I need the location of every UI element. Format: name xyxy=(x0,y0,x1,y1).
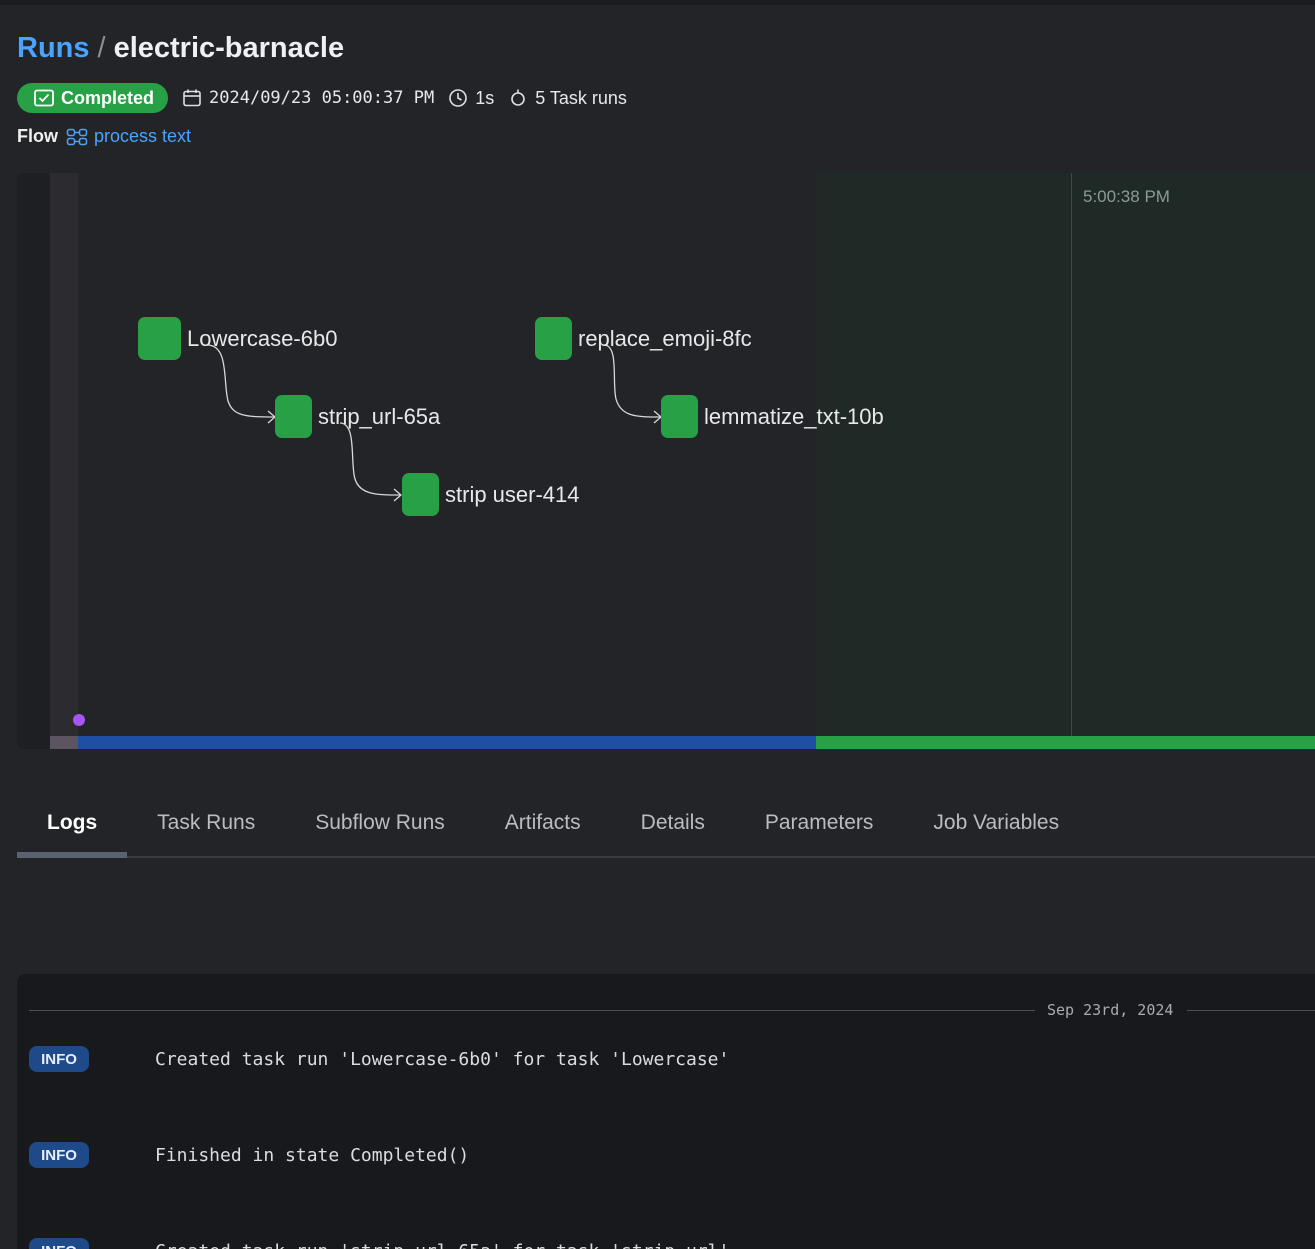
time-marker-line xyxy=(1071,173,1072,736)
graph-completed-region xyxy=(816,173,1315,736)
tab-bar: Logs Task Runs Subflow Runs Artifacts De… xyxy=(17,790,1315,858)
breadcrumb: Runs / electric-barnacle xyxy=(17,32,344,65)
task-node-lowercase[interactable]: Lowercase-6b0 xyxy=(138,317,337,360)
node-state-box xyxy=(535,317,572,360)
task-run-count: 5 Task runs xyxy=(508,88,627,109)
start-time-value: 2024/09/23 05:00:37 PM xyxy=(209,88,435,108)
node-label: replace_emoji-8fc xyxy=(578,325,752,351)
flow-label: Flow xyxy=(17,126,58,146)
flow-run-graph[interactable]: 5:00:38 PM Lowercase-6b0 strip_url-65a s… xyxy=(17,173,1315,749)
event-marker[interactable] xyxy=(73,714,85,726)
calendar-icon xyxy=(183,89,201,107)
tab-subflow-runs[interactable]: Subflow Runs xyxy=(285,790,475,856)
log-level-badge: INFO xyxy=(29,1142,89,1168)
tab-details[interactable]: Details xyxy=(611,790,735,856)
timeline-bar-completed xyxy=(816,736,1315,749)
tab-artifacts[interactable]: Artifacts xyxy=(475,790,611,856)
duration: 1s xyxy=(448,88,494,109)
duration-value: 1s xyxy=(475,87,495,108)
graph-running-region xyxy=(78,173,816,736)
tab-job-variables[interactable]: Job Variables xyxy=(903,790,1089,856)
log-entry: INFO Created task run 'Lowercase-6b0' fo… xyxy=(29,1046,729,1072)
graph-pending-region xyxy=(50,173,78,736)
log-message: Created task run 'Lowercase-6b0' for tas… xyxy=(155,1048,730,1070)
clock-icon xyxy=(449,89,467,107)
node-label: strip user-414 xyxy=(445,481,580,507)
timeline-bar-pending xyxy=(50,736,78,749)
node-state-box xyxy=(138,317,181,360)
task-node-strip-user[interactable]: strip user-414 xyxy=(402,473,580,516)
tab-parameters[interactable]: Parameters xyxy=(735,790,904,856)
logs-panel[interactable]: Sep 23rd, 2024 INFO Created task run 'Lo… xyxy=(17,974,1315,1249)
status-badge: Completed xyxy=(17,83,169,113)
check-square-icon xyxy=(34,89,54,107)
status-label: Completed xyxy=(61,87,155,108)
log-level-badge: INFO xyxy=(29,1046,89,1072)
task-node-lemmatize[interactable]: lemmatize_txt-10b xyxy=(661,395,884,438)
flow-icon xyxy=(66,128,88,145)
run-meta: Completed 2024/09/23 05:00:37 PM 1s 5 Ta… xyxy=(17,83,627,113)
log-date-divider: Sep 23rd, 2024 xyxy=(29,1000,1315,1020)
node-label: lemmatize_txt-10b xyxy=(704,403,884,429)
log-level-badge: INFO xyxy=(29,1238,89,1249)
log-entry: INFO Created task run 'strip_url-65a' fo… xyxy=(29,1238,729,1249)
page-title: electric-barnacle xyxy=(113,32,345,64)
top-strip xyxy=(0,0,1315,5)
node-label: strip_url-65a xyxy=(318,403,441,429)
log-date: Sep 23rd, 2024 xyxy=(1047,1001,1174,1019)
log-message: Finished in state Completed() xyxy=(155,1144,470,1166)
timeline-bar-running xyxy=(78,736,816,749)
start-time: 2024/09/23 05:00:37 PM xyxy=(182,88,434,108)
node-state-box xyxy=(275,395,312,438)
divider-line xyxy=(1187,1010,1315,1011)
divider-line xyxy=(29,1010,1035,1011)
flow-info: Flow process text xyxy=(17,126,191,147)
log-entry: INFO Finished in state Completed() xyxy=(29,1142,469,1168)
task-node-strip-url[interactable]: strip_url-65a xyxy=(275,395,440,438)
node-label: Lowercase-6b0 xyxy=(187,325,338,351)
breadcrumb-runs-link[interactable]: Runs xyxy=(17,32,90,65)
flow-name: process text xyxy=(94,126,192,146)
tab-task-runs[interactable]: Task Runs xyxy=(127,790,285,856)
flow-link[interactable]: process text xyxy=(66,126,191,147)
task-run-icon xyxy=(511,89,526,106)
task-run-count-value: 5 Task runs xyxy=(535,87,627,108)
node-state-box xyxy=(661,395,698,438)
log-message: Created task run 'strip_url-65a' for tas… xyxy=(155,1241,729,1249)
time-marker-label: 5:00:38 PM xyxy=(1083,187,1170,206)
tab-logs[interactable]: Logs xyxy=(17,790,128,858)
node-state-box xyxy=(402,473,439,516)
task-node-replace-emoji[interactable]: replace_emoji-8fc xyxy=(535,317,752,360)
breadcrumb-separator: / xyxy=(97,32,106,64)
